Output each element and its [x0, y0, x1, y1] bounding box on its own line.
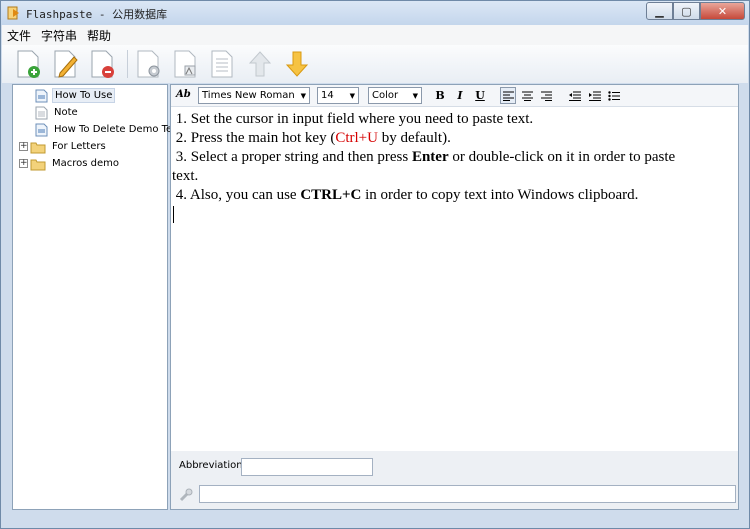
- align-left-icon: [502, 91, 514, 101]
- move-up-icon: [248, 51, 272, 77]
- menu-bar: 文件 字符串 帮助: [2, 25, 748, 45]
- settings-button[interactable]: [132, 47, 166, 81]
- bullet-list-button[interactable]: [606, 87, 622, 104]
- font-size-select[interactable]: 14 ▼: [317, 87, 359, 104]
- chevron-down-icon: ▼: [349, 91, 355, 100]
- window-controls: ▁ ▢ ✕: [646, 2, 745, 20]
- tree-item-macros-demo[interactable]: + Macros demo: [19, 155, 121, 172]
- window-title: Flashpaste - 公用数据库: [26, 8, 168, 21]
- status-bar: [2, 513, 748, 528]
- align-right-icon: [540, 91, 552, 101]
- delete-button[interactable]: [86, 47, 120, 81]
- bullet-list-icon: [608, 90, 620, 101]
- abbreviation-icon: [174, 50, 196, 78]
- text-icon: [211, 50, 233, 78]
- tree-item-label: How To Delete Demo Text: [54, 124, 182, 135]
- folder-icon: [30, 142, 46, 153]
- menu-help[interactable]: 帮助: [82, 27, 116, 44]
- add-icon: [17, 50, 40, 78]
- hotkey-input[interactable]: [199, 485, 736, 503]
- rich-text-doc-icon: [35, 123, 48, 136]
- menu-file[interactable]: 文件: [2, 27, 36, 44]
- font-size-value: 14: [321, 90, 334, 101]
- tree-item-note[interactable]: Note: [35, 104, 80, 121]
- delete-icon: [91, 50, 114, 78]
- tree-item-how-to-delete-demo-text[interactable]: How To Delete Demo Text: [35, 121, 184, 138]
- indent-increase-icon: [589, 91, 601, 101]
- snippet-text-editor[interactable]: 1. Set the cursor in input field where y…: [171, 108, 738, 451]
- abbreviation-button[interactable]: [169, 47, 203, 81]
- editor-line: 3. Select a proper string and then press…: [175, 149, 676, 165]
- move-up-button[interactable]: [243, 47, 277, 81]
- indent-decrease-button[interactable]: [567, 87, 583, 104]
- maximize-button[interactable]: ▢: [673, 2, 700, 20]
- align-center-button[interactable]: [519, 87, 535, 104]
- bold-button[interactable]: B: [432, 87, 448, 104]
- color-select-value: Color: [372, 90, 399, 101]
- edit-icon: [54, 50, 78, 78]
- format-toolbar: Ab Times New Roman ▼ 14 ▼ Color ▼ B I U: [171, 85, 738, 107]
- expand-icon[interactable]: +: [19, 159, 28, 168]
- align-center-icon: [521, 91, 533, 101]
- editor-line: text.: [172, 168, 199, 184]
- close-button[interactable]: ✕: [700, 2, 745, 20]
- abbreviation-panel: Abbreviation:: [171, 451, 738, 509]
- align-left-button[interactable]: [500, 87, 516, 104]
- style-icon[interactable]: Ab: [176, 89, 191, 100]
- editor-line: 4. Also, you can use CTRL+C in order to …: [175, 187, 639, 203]
- hotkey-icon: [179, 488, 193, 502]
- hotkey-highlight: Ctrl+U: [335, 130, 378, 146]
- move-down-button[interactable]: [280, 47, 314, 81]
- add-button[interactable]: [12, 47, 46, 81]
- menu-strings[interactable]: 字符串: [36, 27, 82, 44]
- rich-text-doc-icon: [35, 89, 48, 102]
- align-right-button[interactable]: [538, 87, 554, 104]
- text-caret: [173, 206, 174, 224]
- editor-line: 2. Press the main hot key (Ctrl+U by def…: [175, 130, 451, 146]
- edit-button[interactable]: [49, 47, 83, 81]
- editor-line: 1. Set the cursor in input field where y…: [175, 111, 534, 127]
- editor-pane: Ab Times New Roman ▼ 14 ▼ Color ▼ B I U: [170, 84, 739, 510]
- tree-item-for-letters[interactable]: + For Letters: [19, 138, 108, 155]
- title-bar[interactable]: Flashpaste - 公用数据库 ▁ ▢ ✕: [1, 1, 749, 25]
- move-down-icon: [285, 51, 309, 77]
- toolbar: [2, 45, 748, 83]
- app-icon: [7, 6, 19, 20]
- snippet-tree[interactable]: How To Use Note How To Delete Demo Text …: [12, 84, 182, 510]
- chevron-down-icon: ▼: [300, 91, 306, 100]
- color-select[interactable]: Color ▼: [368, 87, 422, 104]
- toolbar-separator: [127, 50, 128, 78]
- font-select[interactable]: Times New Roman ▼: [198, 87, 310, 104]
- text-button[interactable]: [206, 47, 240, 81]
- tree-item-label: For Letters: [52, 141, 106, 152]
- minimize-button[interactable]: ▁: [646, 2, 673, 20]
- editor-line: [172, 205, 738, 224]
- app-window: Flashpaste - 公用数据库 ▁ ▢ ✕ 文件 字符串 帮助 How T…: [0, 0, 750, 529]
- abbreviation-label: Abbreviation:: [179, 460, 246, 471]
- indent-decrease-icon: [569, 91, 581, 101]
- tree-item-label: Note: [54, 107, 78, 118]
- tree-item-label: How To Use: [52, 88, 116, 103]
- font-select-value: Times New Roman: [202, 90, 295, 101]
- tree-item-how-to-use[interactable]: How To Use: [35, 87, 116, 104]
- italic-button[interactable]: I: [452, 87, 468, 104]
- indent-increase-button[interactable]: [587, 87, 603, 104]
- abbreviation-input[interactable]: [241, 458, 373, 476]
- folder-icon: [30, 159, 46, 170]
- tree-item-label: Macros demo: [52, 158, 120, 169]
- expand-icon[interactable]: +: [19, 142, 28, 151]
- text-doc-icon: [35, 106, 48, 119]
- underline-button[interactable]: U: [472, 87, 488, 104]
- settings-icon: [137, 50, 160, 78]
- chevron-down-icon: ▼: [412, 91, 418, 100]
